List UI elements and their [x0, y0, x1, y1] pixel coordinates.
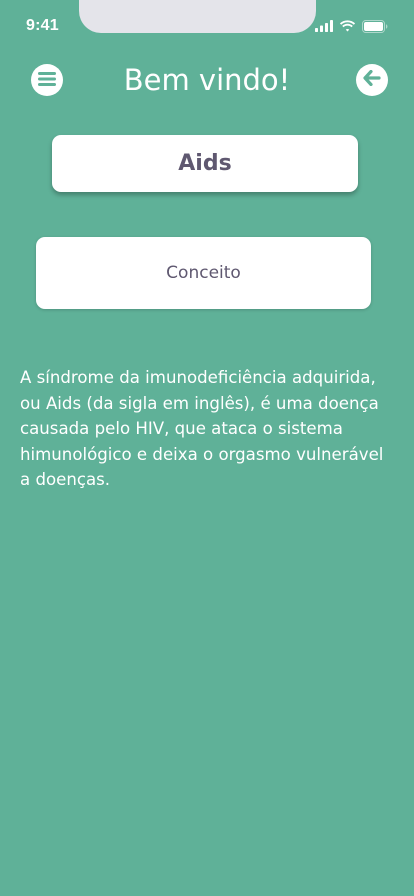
- concept-button[interactable]: Conceito: [36, 237, 371, 309]
- topic-label: Aids: [178, 151, 232, 176]
- description-line: himunológico e deixa o orgasmo vulneráve…: [20, 444, 384, 464]
- wifi-icon: [339, 20, 356, 32]
- device-notch: [79, 0, 316, 33]
- signal-icon: [315, 20, 333, 32]
- page-title: Bem vindo!: [123, 63, 291, 97]
- description-line: A síndrome da imunodeficiência adquirida…: [20, 368, 376, 387]
- description-text: A síndrome da imunodeficiência adquirida…: [20, 365, 394, 493]
- status-icons: [315, 18, 388, 34]
- battery-icon: [362, 19, 388, 33]
- concept-label: Conceito: [166, 263, 241, 283]
- description-line: ou Aids (da sigla em inglês), é uma doen…: [20, 393, 379, 413]
- app-screen: 9:41 Bem vindo! Aids Conceito A síndrome…: [0, 0, 414, 896]
- description-line: a doenças.: [20, 470, 111, 489]
- status-time: 9:41: [26, 17, 59, 34]
- description-line: causada pelo HIV, que ataca o sistema: [20, 419, 343, 438]
- back-button[interactable]: [356, 64, 388, 96]
- topic-card[interactable]: Aids: [52, 135, 358, 192]
- arrow-left-icon: [363, 69, 381, 90]
